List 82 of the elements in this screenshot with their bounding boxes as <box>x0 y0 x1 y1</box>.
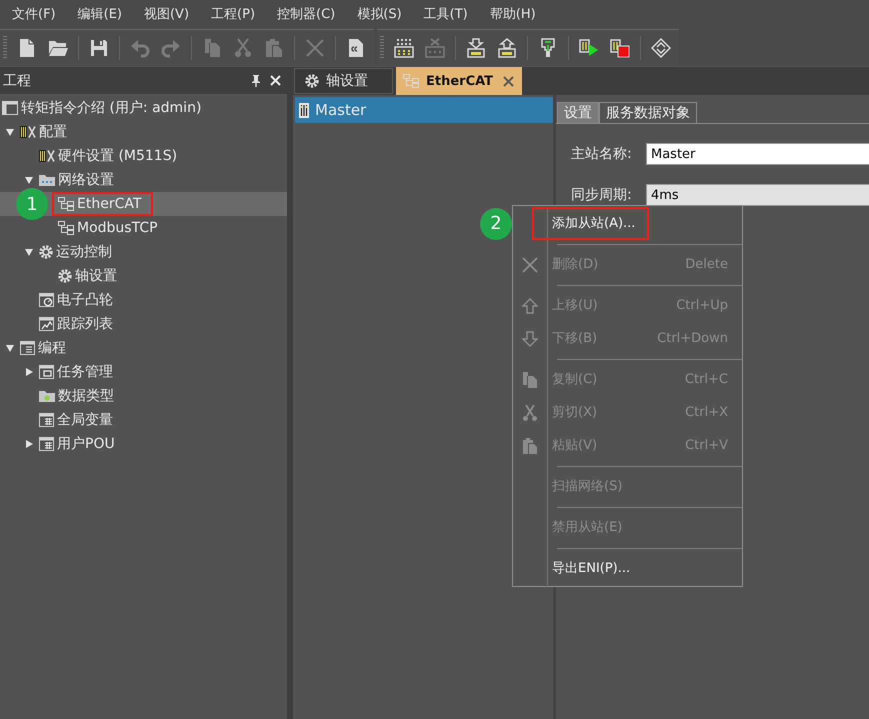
context-menu-item[interactable]: 添加从站(A)... <box>513 207 742 240</box>
tree-item[interactable]: 用户POU <box>0 432 287 456</box>
document-tab[interactable]: 轴设置 <box>294 68 393 94</box>
caret-down-icon[interactable] <box>6 344 14 352</box>
download-arrow-icon[interactable] <box>466 38 486 58</box>
upload-arrow-icon[interactable] <box>496 38 516 58</box>
pin-icon[interactable] <box>251 74 261 86</box>
grip-handle[interactable] <box>3 36 7 60</box>
menu-bar-item[interactable]: 视图(V) <box>132 6 200 24</box>
menu-bar-item[interactable]: 工程(P) <box>200 6 266 24</box>
menu-bar-item[interactable]: 工具(T) <box>412 6 479 24</box>
network-nodes-icon <box>58 221 74 235</box>
stop-device-icon[interactable] <box>610 38 630 58</box>
list-item[interactable]: Master <box>295 97 553 123</box>
document-tab[interactable]: EtherCAT <box>396 67 522 95</box>
grip-handle[interactable] <box>380 36 384 60</box>
gear-icon <box>305 74 319 88</box>
tree-item[interactable]: 任务管理 <box>0 360 287 384</box>
menu-bar-item[interactable]: 模拟(S) <box>346 6 413 24</box>
menu-bar-item[interactable]: 编辑(E) <box>66 6 133 24</box>
tree-item[interactable]: 硬件设置 (M511S) <box>0 144 287 168</box>
window-icon <box>2 101 18 115</box>
tree-item[interactable]: 电子凸轮 <box>0 288 287 312</box>
context-menu-item[interactable]: 导出ENI(P)... <box>513 552 742 585</box>
open-folder-icon[interactable] <box>48 38 68 58</box>
shortcut-text: Ctrl+X <box>685 405 728 420</box>
striped-module-icon <box>39 149 55 163</box>
shortcut-text: Delete <box>685 257 728 272</box>
panel-title: 工程 <box>3 72 32 90</box>
tab[interactable]: 设置 <box>557 102 599 123</box>
copy-icon <box>522 372 538 388</box>
menu-bar-item[interactable]: 帮助(H) <box>478 6 547 24</box>
tree-item[interactable]: 数据类型 <box>0 384 287 408</box>
shortcut-text: Ctrl+Down <box>657 331 728 346</box>
tree-item[interactable]: 配置 <box>0 120 287 144</box>
project-root[interactable]: 转矩指令介绍 (用户: admin) <box>0 96 287 120</box>
step-badge: 2 <box>480 208 512 240</box>
cross-icon <box>522 256 538 272</box>
network-nodes-icon <box>58 197 74 211</box>
field-label: 主站名称: <box>571 145 633 163</box>
shortcut-text: Ctrl+Up <box>676 298 728 313</box>
striped-module-icon <box>20 125 36 139</box>
tree-item[interactable]: 跟踪列表 <box>0 312 287 336</box>
chart-window-icon <box>39 317 54 331</box>
play-device-icon[interactable] <box>578 38 598 58</box>
tree-item[interactable]: 轴设置 <box>0 264 287 288</box>
grid-window-icon <box>39 437 54 451</box>
step-badge: 1 <box>16 188 48 220</box>
gear-icon <box>39 245 53 259</box>
dial-window-icon <box>39 293 54 307</box>
up-arrow-icon <box>522 298 538 314</box>
tree-item[interactable]: 全局变量 <box>0 408 287 432</box>
dropdown-field[interactable]: 4ms <box>646 184 869 206</box>
save-icon[interactable] <box>88 38 108 58</box>
caret-right-icon[interactable] <box>26 440 32 448</box>
menu-bar-item[interactable]: 控制器(C) <box>266 6 346 24</box>
caret-down-icon[interactable] <box>25 248 33 256</box>
shortcut-text: Ctrl+V <box>685 438 728 453</box>
caret-down-icon[interactable] <box>25 176 33 184</box>
clipboard-icon <box>522 438 538 454</box>
tree-item[interactable]: 编程 <box>0 336 287 360</box>
menu-bar-item[interactable]: 文件(F) <box>1 6 67 24</box>
text-field[interactable]: Master <box>646 143 869 165</box>
close-icon[interactable] <box>503 76 514 86</box>
tab[interactable]: 服务数据对象 <box>599 102 697 123</box>
tree-item[interactable]: 运动控制 <box>0 240 287 264</box>
down-arrow-icon <box>522 330 538 346</box>
scissors-icon <box>522 404 538 420</box>
device-grid-icon[interactable] <box>394 38 414 58</box>
striped-module-icon <box>299 102 309 118</box>
caret-right-icon[interactable] <box>26 368 32 376</box>
sparkle-folder-icon <box>39 389 55 403</box>
gear-icon <box>58 269 72 283</box>
field-label: 同步周期: <box>571 186 633 204</box>
caret-down-icon[interactable] <box>6 128 14 136</box>
folder-icon <box>39 173 55 187</box>
shortcut-text: Ctrl+C <box>684 372 728 387</box>
diamond-arrows-icon[interactable] <box>650 38 670 58</box>
framed-window-icon <box>39 365 54 379</box>
grid-window-icon <box>39 413 54 427</box>
network-nodes-icon <box>403 74 419 88</box>
list-window-icon <box>20 341 35 355</box>
